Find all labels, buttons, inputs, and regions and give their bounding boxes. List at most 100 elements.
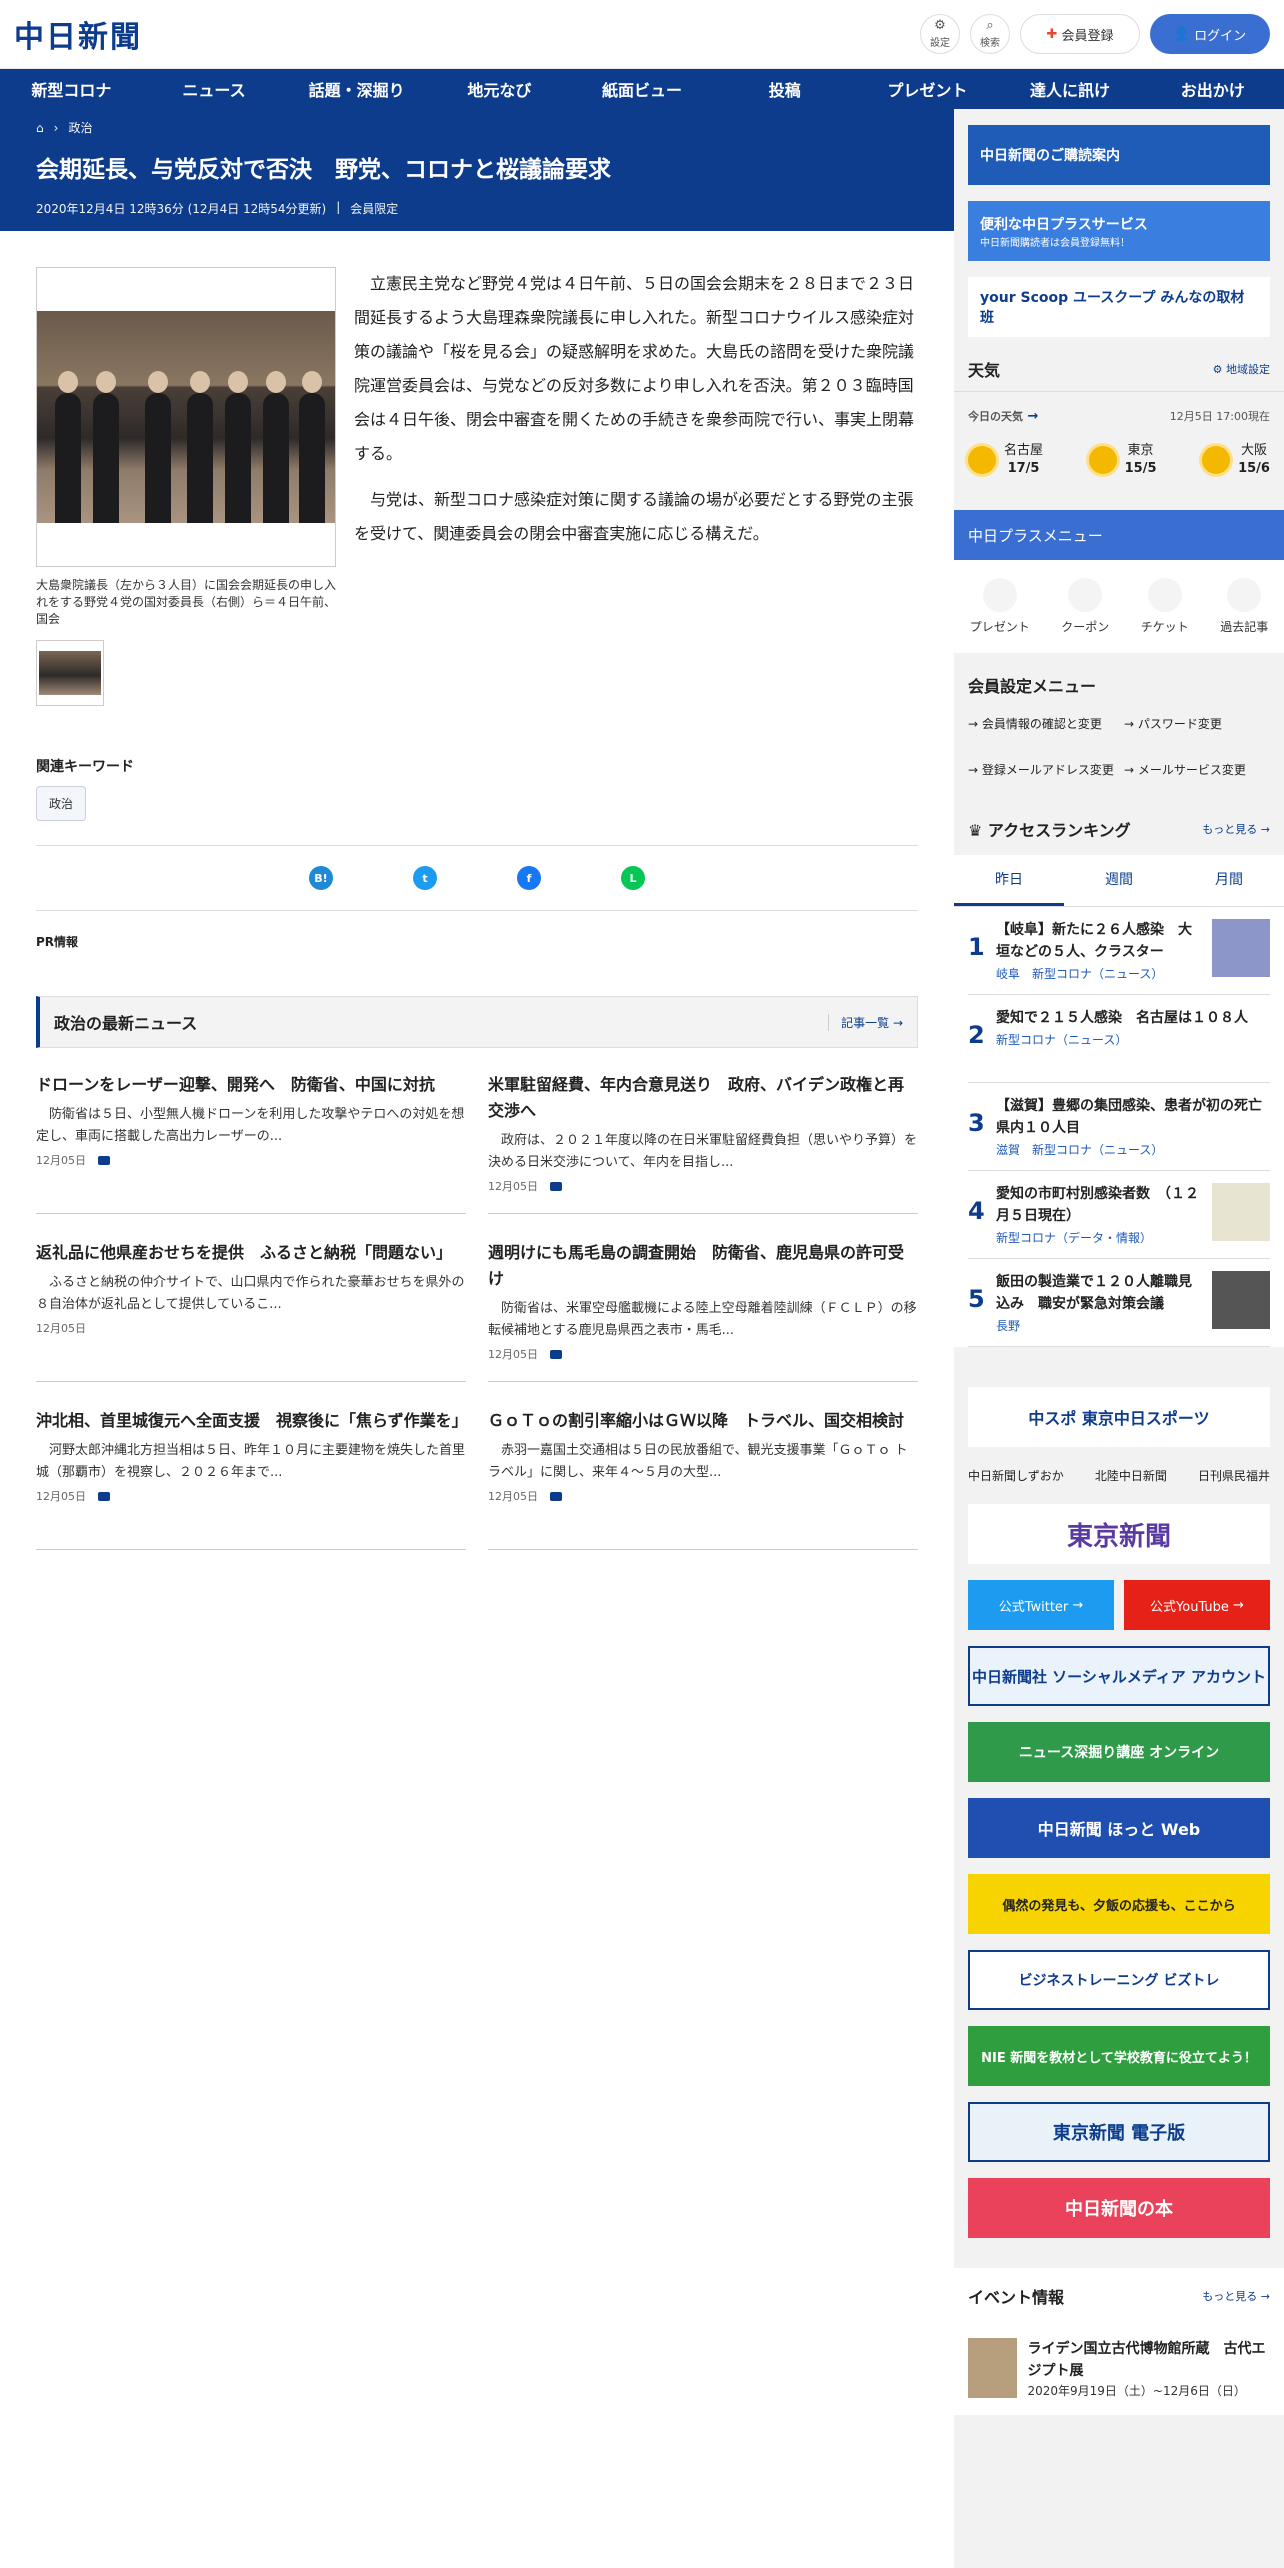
article-text: 立憲民主党など野党４党は４日午前、５日の国会会期末を２８日まで２３日間延長するよ… bbox=[354, 267, 918, 706]
tokyo-shimbun-link[interactable]: 東京新聞 bbox=[968, 1504, 1270, 1564]
nie-banner[interactable]: NIE 新聞を教材として学校教育に役立てよう！ bbox=[968, 2026, 1270, 2086]
ranking-item[interactable]: 5 飯田の製造業で１２０人離職見込み 職安が緊急対策会議 長野 bbox=[968, 1259, 1270, 1347]
tab-monthly[interactable]: 月間 bbox=[1174, 855, 1284, 906]
news-item[interactable]: 沖北相、首里城復元へ全面支援 視察後に「焦らず作業を」 河野太郎沖縄北方担当相は… bbox=[36, 1408, 468, 1550]
news-item[interactable]: 米軍駐留経費、年内合意見送り 政府、バイデン政権と再交渉へ 政府は、２０２１年度… bbox=[488, 1072, 918, 1214]
event-item[interactable]: ライデン国立古代博物館所蔵 古代エジプト展 2020年9月19日（土）~12月6… bbox=[968, 2338, 1270, 2399]
weather-city[interactable]: 東京 15/5 bbox=[1088, 442, 1157, 478]
keyword-tag[interactable]: 政治 bbox=[36, 786, 87, 821]
article-title: 会期延長、与党反対で否決 野党、コロナと桜議論要求 bbox=[36, 157, 611, 183]
top-header: 中日新聞 ⚙ 設定 ⌕ 検索 ✚ 会員登録 👤 ログイン bbox=[0, 0, 1284, 69]
pr-label: PR情報 bbox=[36, 935, 79, 949]
tokyo-digital-banner[interactable]: 東京新聞 電子版 bbox=[968, 2102, 1270, 2162]
sns-account-banner[interactable]: 中日新聞社 ソーシャルメディア アカウント bbox=[968, 1646, 1270, 1706]
chunichi-sports-link[interactable]: 中スポ 東京中日スポーツ bbox=[968, 1387, 1270, 1447]
photo-caption: 大島衆院議長（左から３人目）に国会会期延長の申し入れをする野党４党の国対委員長（… bbox=[36, 578, 337, 626]
ranking-list: 1 【岐阜】新たに２６人感染 大垣などの５人、クラスター 岐阜 新型コロナ（ニュース… bbox=[954, 907, 1284, 1347]
today-weather-link[interactable]: 今日の天気 → bbox=[968, 408, 1038, 424]
hotto-web-banner[interactable]: 中日新聞 ほっと Web bbox=[968, 1798, 1270, 1858]
plus-menu-header: 中日プラスメニュー bbox=[954, 510, 1284, 560]
tab-weekly[interactable]: 週間 bbox=[1064, 855, 1174, 906]
search-button[interactable]: ⌕ 検索 bbox=[970, 14, 1010, 54]
gift-icon bbox=[982, 578, 1017, 612]
crowdfunding-banner[interactable]: 偶然の発見も、夕飯の応援も、ここから bbox=[968, 1874, 1270, 1934]
news-item[interactable]: ＧｏＴｏの割引率縮小はＧＷ以降 トラベル、国交相検討 赤羽一嘉国土交通相は５日の… bbox=[488, 1408, 918, 1550]
nav-local[interactable]: 地元なび bbox=[428, 69, 571, 109]
register-button[interactable]: ✚ 会員登録 bbox=[1020, 14, 1140, 54]
nav-post[interactable]: 投稿 bbox=[713, 69, 856, 109]
photo-thumbnail[interactable] bbox=[36, 640, 104, 706]
biztore-banner[interactable]: ビジネストレーニング ビズトレ bbox=[968, 1950, 1270, 2010]
article-header: ⌂ › 政治 会期延長、与党反対で否決 野党、コロナと桜議論要求 2020年12月… bbox=[0, 109, 954, 231]
yourscoop-banner[interactable]: your Scoop ユースクープ みんなの取材班 bbox=[968, 277, 1270, 337]
site-logo[interactable]: 中日新聞 bbox=[14, 12, 142, 56]
settings-button[interactable]: ⚙ 設定 bbox=[920, 14, 960, 54]
ranking-item[interactable]: 4 愛知の市町村別感染者数 （１２月５日現在） 新型コロナ（データ・情報） bbox=[968, 1171, 1270, 1259]
nav-present[interactable]: プレゼント bbox=[856, 69, 999, 109]
nav-corona[interactable]: 新型コロナ bbox=[0, 69, 143, 109]
arrow-right-icon: → bbox=[892, 1015, 903, 1030]
weather-city[interactable]: 大阪 15/6 bbox=[1202, 442, 1270, 478]
camera-icon bbox=[550, 1181, 562, 1191]
twitter-link[interactable]: 公式Twitter → bbox=[968, 1580, 1114, 1630]
coupon-icon bbox=[1068, 578, 1103, 612]
sister-link[interactable]: 日刊県民福井 bbox=[1198, 1467, 1270, 1484]
news-item[interactable]: 週明けにも馬毛島の調査開始 防衛省、鹿児島県の許可受け 防衛省は、米軍空母艦載機… bbox=[488, 1240, 918, 1382]
nav-expert[interactable]: 達人に訊け bbox=[999, 69, 1142, 109]
member-link[interactable]: → メールサービス変更 bbox=[1124, 761, 1270, 779]
nav-news[interactable]: ニュース bbox=[143, 69, 286, 109]
ranking-thumbnail bbox=[1212, 1271, 1270, 1329]
nav-paper-view[interactable]: 紙面ビュー bbox=[571, 69, 714, 109]
article-date: 2020年12月4日 12時36分 (12月4日 12時54分更新) bbox=[36, 202, 327, 216]
ranking-item[interactable]: 3 【滋賀】豊郷の集団感染、患者が初の死亡 県内１０人目 滋賀 新型コロナ（ニュース… bbox=[968, 1083, 1276, 1171]
weather-city[interactable]: 名古屋 17/5 bbox=[968, 442, 1043, 478]
twitter-icon[interactable]: t bbox=[413, 866, 437, 890]
news-item[interactable]: ドローンをレーザー迎撃、開発へ 防衛省、中国に対抗 防衛省は５日、小型無人機ドロ… bbox=[36, 1072, 466, 1214]
latest-news-more-link[interactable]: 記事一覧 → bbox=[828, 1013, 903, 1031]
line-icon[interactable]: L bbox=[621, 866, 645, 890]
main-photo[interactable] bbox=[36, 267, 336, 567]
plus-menu-archive[interactable]: 過去記事 bbox=[1220, 578, 1268, 635]
login-button[interactable]: 👤 ログイン bbox=[1150, 14, 1270, 54]
home-icon[interactable]: ⌂ bbox=[36, 121, 44, 135]
photo-image bbox=[37, 311, 335, 523]
header-actions: ⚙ 設定 ⌕ 検索 ✚ 会員登録 👤 ログイン bbox=[920, 14, 1270, 54]
member-link[interactable]: → 会員情報の確認と変更 bbox=[968, 715, 1114, 733]
archive-icon bbox=[1227, 578, 1262, 612]
sun-icon bbox=[1202, 446, 1231, 474]
youtube-link[interactable]: 公式YouTube → bbox=[1124, 1580, 1270, 1630]
ranking-item[interactable]: 1 【岐阜】新たに２６人感染 大垣などの５人、クラスター 岐阜 新型コロナ（ニュース… bbox=[968, 907, 1270, 995]
camera-icon bbox=[98, 1491, 110, 1501]
plus-menu-coupon[interactable]: クーポン bbox=[1061, 578, 1109, 635]
ranking-more-link[interactable]: もっと見る → bbox=[1202, 821, 1270, 837]
news-item[interactable]: 返礼品に他県産おせちを提供 ふるさと納税「問題ない」 ふるさと納税の仲介サイトで… bbox=[36, 1240, 466, 1382]
article-meta: 2020年12月4日 12時36分 (12月4日 12時54分更新) | 会員限… bbox=[36, 200, 399, 216]
sister-link[interactable]: 中日新聞しずおか bbox=[968, 1467, 1064, 1484]
ranking-item[interactable]: 2 愛知で２１５人感染 名古屋は１０８人 新型コロナ（ニュース） bbox=[968, 995, 1270, 1083]
keyword-title: 関連キーワード bbox=[36, 759, 134, 775]
facebook-icon[interactable]: f bbox=[517, 866, 541, 890]
photo-column: 大島衆院議長（左から３人目）に国会会期延長の申し入れをする野党４党の国対委員長（… bbox=[36, 267, 336, 706]
weather-area-link[interactable]: ⚙ 地域設定 bbox=[1213, 361, 1270, 377]
plus-menu: プレゼント クーポン チケット 過去記事 bbox=[954, 560, 1284, 653]
breadcrumb-politics[interactable]: 政治 bbox=[68, 119, 92, 136]
fukabori-banner[interactable]: ニュース深掘り講座 オンライン bbox=[968, 1722, 1270, 1782]
nav-topics[interactable]: 話題・深掘り bbox=[285, 69, 428, 109]
ranking-header: ♛ アクセスランキング もっと見る → bbox=[968, 821, 1270, 840]
sun-icon bbox=[968, 446, 996, 474]
tab-yesterday[interactable]: 昨日 bbox=[954, 855, 1064, 906]
plus-menu-ticket[interactable]: チケット bbox=[1141, 578, 1189, 635]
latest-news-grid: ドローンをレーザー迎撃、開発へ 防衛省、中国に対抗 防衛省は５日、小型無人機ドロ… bbox=[36, 1072, 918, 1576]
member-link[interactable]: → パスワード変更 bbox=[1124, 715, 1270, 733]
event-more-link[interactable]: もっと見る → bbox=[1202, 2288, 1270, 2304]
sidebar: 中日新聞のご購読案内 便利な中日プラスサービス 中日新聞購読者は会員登録無料！ … bbox=[954, 109, 1284, 2568]
chunichi-books-banner[interactable]: 中日新聞の本 bbox=[968, 2178, 1270, 2238]
plus-menu-present[interactable]: プレゼント bbox=[970, 578, 1030, 635]
subscription-banner[interactable]: 中日新聞のご購読案内 bbox=[968, 125, 1270, 185]
sister-link[interactable]: 北陸中日新聞 bbox=[1095, 1467, 1167, 1484]
plus-service-banner[interactable]: 便利な中日プラスサービス 中日新聞購読者は会員登録無料！ bbox=[968, 201, 1270, 261]
member-link[interactable]: → 登録メールアドレス変更 bbox=[968, 761, 1114, 779]
latest-news-title: 政治の最新ニュース bbox=[54, 1014, 198, 1033]
nav-outing[interactable]: お出かけ bbox=[1141, 69, 1284, 109]
hatena-icon[interactable]: B! bbox=[309, 866, 333, 890]
